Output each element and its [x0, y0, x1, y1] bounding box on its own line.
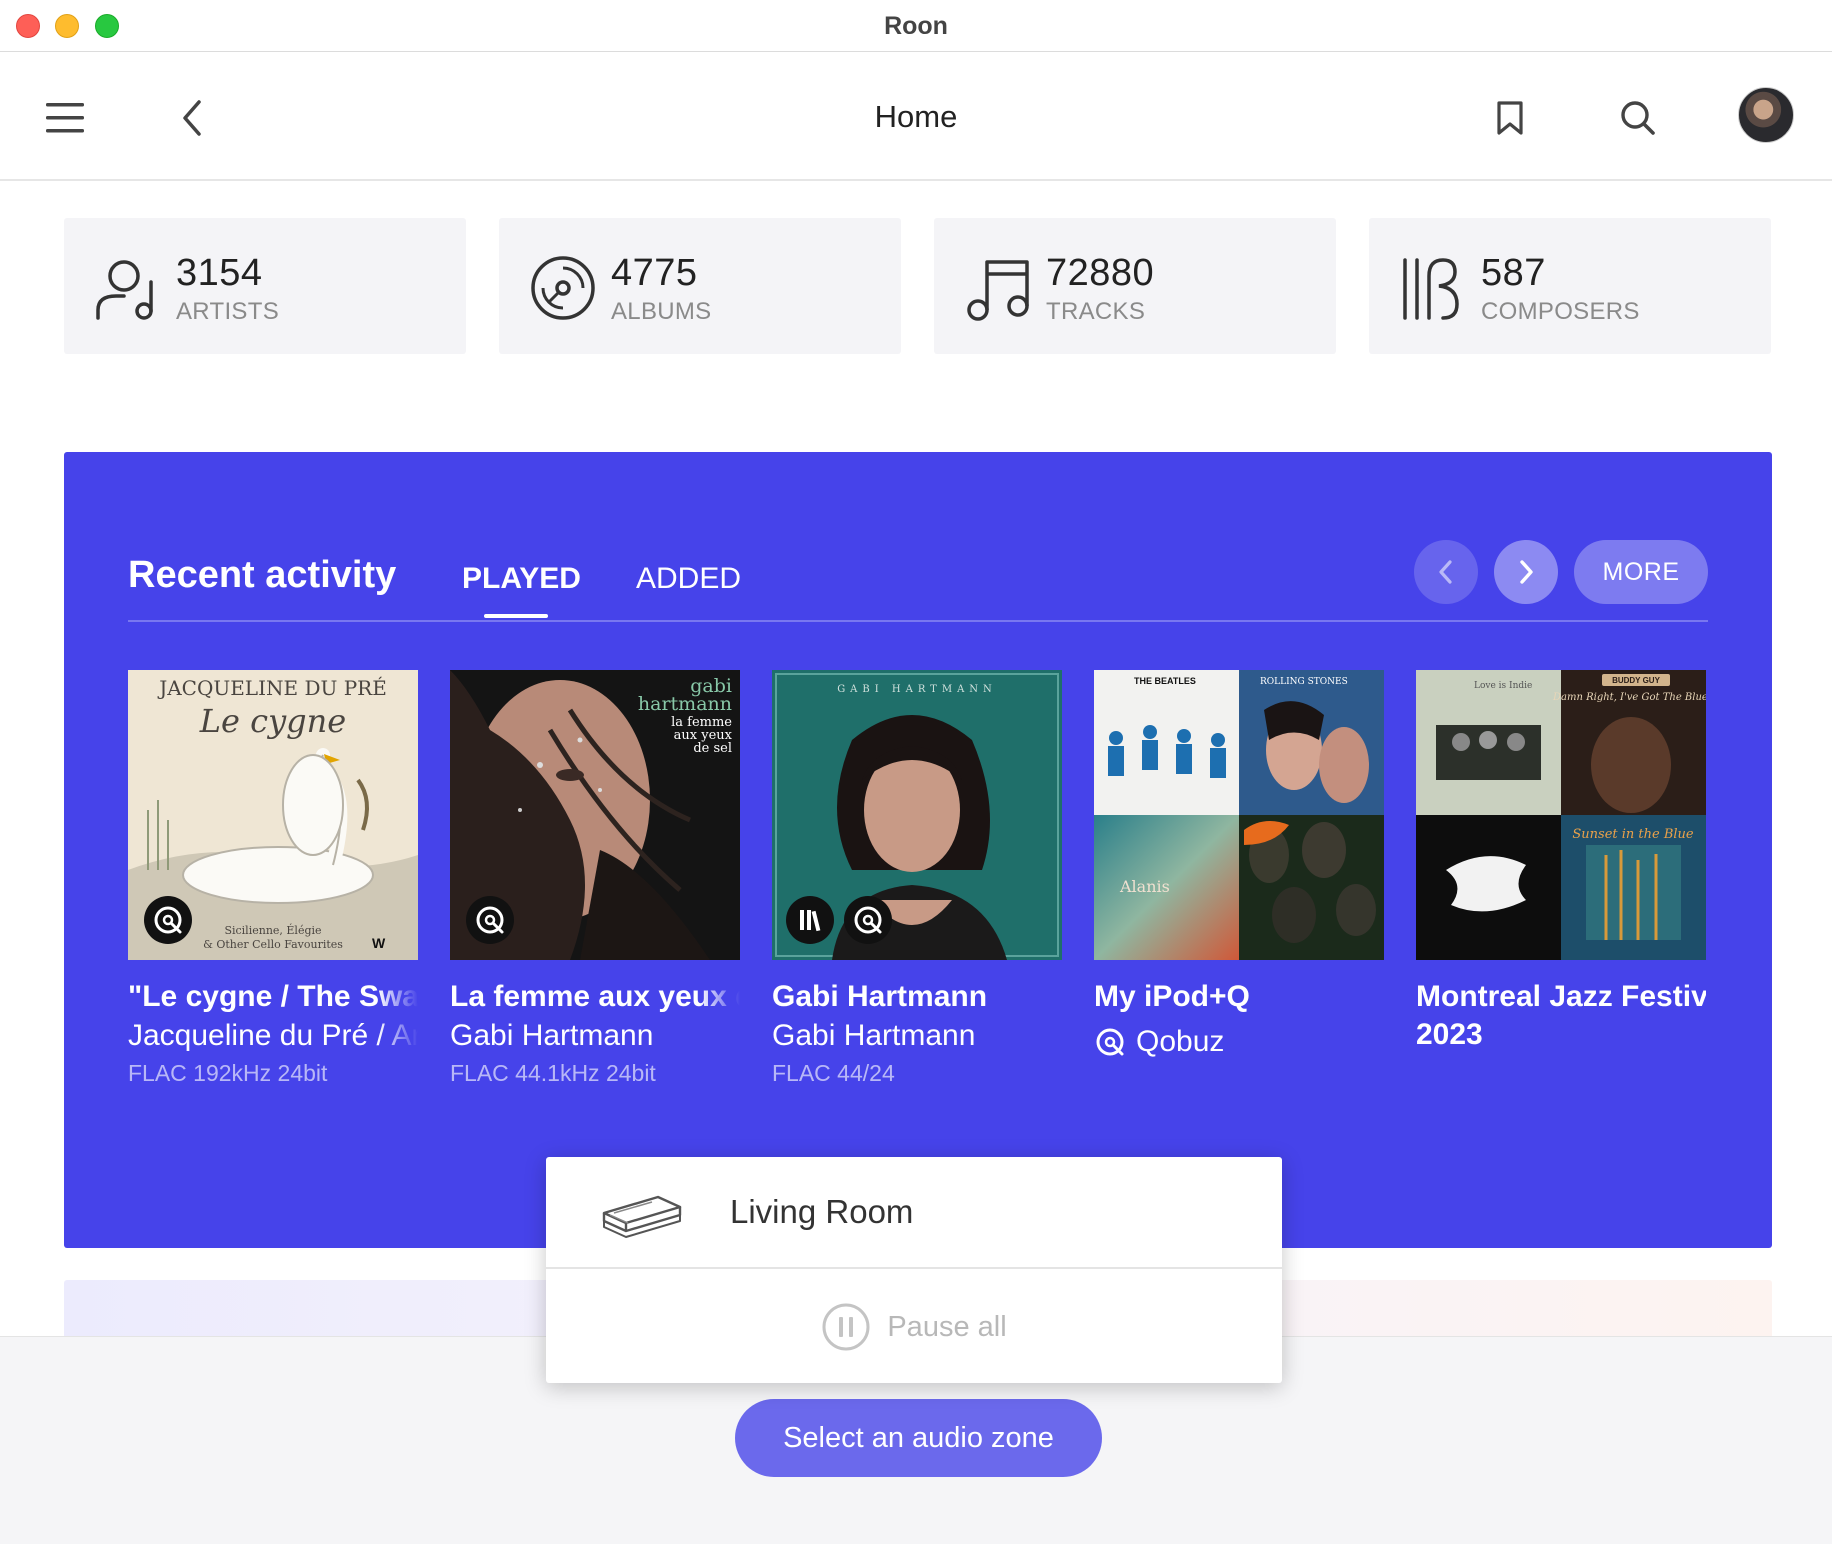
qobuz-icon — [154, 906, 182, 934]
zone-item-living-room[interactable]: Living Room — [546, 1157, 1282, 1269]
qobuz-badge — [144, 896, 192, 944]
album-cover: gabi hartmann la femme aux yeux de sel — [450, 670, 740, 960]
stat-card-composers[interactable]: 587 COMPOSERS — [1369, 218, 1771, 354]
stat-value: 3154 — [176, 252, 263, 294]
stat-label: ARTISTS — [176, 298, 280, 325]
chevron-right-icon — [1520, 560, 1533, 584]
recent-item-card[interactable]: GABI HARTMANN Gabi Hartmann Gabi Hartman… — [772, 670, 1062, 1090]
pause-all-label: Pause all — [887, 1310, 1007, 1343]
qobuz-icon — [476, 906, 504, 934]
item-subtitle: Gabi Hartmann — [450, 1019, 654, 1052]
tab-played[interactable]: PLAYED — [462, 562, 581, 596]
item-title: La femme aux yeux de — [450, 980, 740, 1013]
stat-value: 587 — [1481, 252, 1546, 294]
svg-text:hartmann: hartmann — [638, 693, 732, 715]
bookmarks-button[interactable] — [1490, 93, 1530, 143]
recent-item-card[interactable]: JACQUELINE DU PRÉ Le cygne Sicilienne, É… — [128, 670, 418, 1090]
item-title: Gabi Hartmann — [772, 980, 988, 1013]
stat-value: 4775 — [611, 252, 698, 294]
qobuz-badge — [466, 896, 514, 944]
svg-text:Love is Indie: Love is Indie — [1474, 681, 1532, 691]
user-avatar[interactable] — [1738, 87, 1794, 143]
pause-all-button[interactable]: Pause all — [546, 1271, 1282, 1383]
qobuz-icon — [854, 906, 882, 934]
active-tab-indicator — [484, 614, 548, 618]
top-header: Home — [0, 53, 1832, 181]
item-title: My iPod+Q — [1094, 980, 1250, 1013]
svg-text:W: W — [372, 935, 386, 951]
stat-label: COMPOSERS — [1481, 298, 1640, 325]
chevron-left-icon — [1439, 560, 1452, 584]
source-label: Qobuz — [1136, 1025, 1225, 1058]
album-cover: JACQUELINE DU PRÉ Le cygne Sicilienne, É… — [128, 670, 418, 960]
stat-value: 72880 — [1046, 252, 1155, 294]
pause-icon — [822, 1303, 870, 1351]
item-title-line2: 2023 — [1416, 1018, 1483, 1051]
more-button[interactable]: MORE — [1574, 540, 1708, 604]
window-title: Roon — [884, 12, 948, 40]
recent-item-card[interactable]: THE BEATLES ROLLING STONES Alanis My iPo… — [1094, 670, 1384, 1062]
item-subtitle: Gabi Hartmann — [772, 1019, 976, 1052]
album-cover: GABI HARTMANN — [772, 670, 1062, 960]
playlist-cover: THE BEATLES ROLLING STONES Alanis — [1094, 670, 1384, 960]
stat-card-tracks[interactable]: 72880 TRACKS — [934, 218, 1336, 354]
window-titlebar: Roon — [0, 0, 1832, 52]
recent-item-card[interactable]: Love is Indie BUDDY GUY Damn Right, I've… — [1416, 670, 1706, 1054]
qobuz-icon — [1096, 1028, 1124, 1056]
svg-text:JACQUELINE DU PRÉ: JACQUELINE DU PRÉ — [157, 676, 387, 700]
search-button[interactable] — [1615, 93, 1661, 143]
item-format: FLAC 44/24 — [772, 1060, 895, 1086]
svg-text:GABI HARTMANN: GABI HARTMANN — [837, 684, 997, 695]
item-title: "Le cygne / The Swan" — [128, 980, 418, 1013]
qobuz-badge — [844, 896, 892, 944]
stat-label: TRACKS — [1046, 298, 1146, 325]
svg-text:THE BEATLES: THE BEATLES — [1134, 676, 1196, 686]
svg-text:Alanis: Alanis — [1119, 877, 1170, 896]
recent-activity-panel: Recent activity PLAYED ADDED MORE JACQUE… — [64, 452, 1772, 1248]
music-note-icon — [967, 260, 1029, 321]
svg-text:Sicilienne, Élégie: Sicilienne, Élégie — [224, 923, 321, 937]
library-icon — [800, 910, 821, 932]
svg-text:ROLLING STONES: ROLLING STONES — [1260, 677, 1348, 687]
svg-text:& Other Cello Favourites: & Other Cello Favourites — [203, 938, 343, 951]
item-subtitle: Jacqueline du Pré / Ar — [128, 1019, 418, 1052]
album-icon — [531, 256, 595, 320]
svg-text:Sunset in the Blue: Sunset in the Blue — [1572, 827, 1694, 842]
composer-icon — [1403, 258, 1459, 320]
item-format: FLAC 192kHz 24bit — [128, 1060, 328, 1086]
recent-item-card[interactable]: gabi hartmann la femme aux yeux de sel L… — [450, 670, 740, 1090]
stat-card-albums[interactable]: 4775 ALBUMS — [499, 218, 901, 354]
tab-added[interactable]: ADDED — [636, 562, 741, 596]
item-source: Qobuz — [1094, 1022, 1384, 1062]
svg-text:Le cygne: Le cygne — [199, 702, 346, 740]
zone-picker-popup: Living Room Pause all — [546, 1157, 1282, 1383]
search-icon — [1621, 101, 1655, 135]
select-audio-zone-button[interactable]: Select an audio zone — [735, 1399, 1102, 1477]
bookmark-icon — [1497, 101, 1523, 135]
svg-text:Damn Right, I've Got The Blues: Damn Right, I've Got The Blues — [1552, 692, 1706, 703]
streamer-device-icon — [602, 1195, 682, 1238]
next-page-button[interactable] — [1494, 540, 1558, 604]
recent-activity-title: Recent activity — [128, 554, 397, 596]
previous-page-button[interactable] — [1414, 540, 1478, 604]
zone-name: Living Room — [730, 1193, 914, 1230]
svg-text:BUDDY GUY: BUDDY GUY — [1612, 676, 1661, 685]
divider — [128, 620, 1708, 622]
item-format: FLAC 44.1kHz 24bit — [450, 1060, 656, 1086]
playlist-cover: Love is Indie BUDDY GUY Damn Right, I've… — [1416, 670, 1706, 960]
item-title: Montreal Jazz Festival — [1416, 980, 1706, 1013]
svg-text:de sel: de sel — [693, 741, 732, 756]
artist-icon — [96, 260, 153, 320]
stat-card-artists[interactable]: 3154 ARTISTS — [64, 218, 466, 354]
page-title: Home — [874, 99, 958, 134]
stat-label: ALBUMS — [611, 298, 712, 325]
library-badge — [786, 896, 834, 944]
